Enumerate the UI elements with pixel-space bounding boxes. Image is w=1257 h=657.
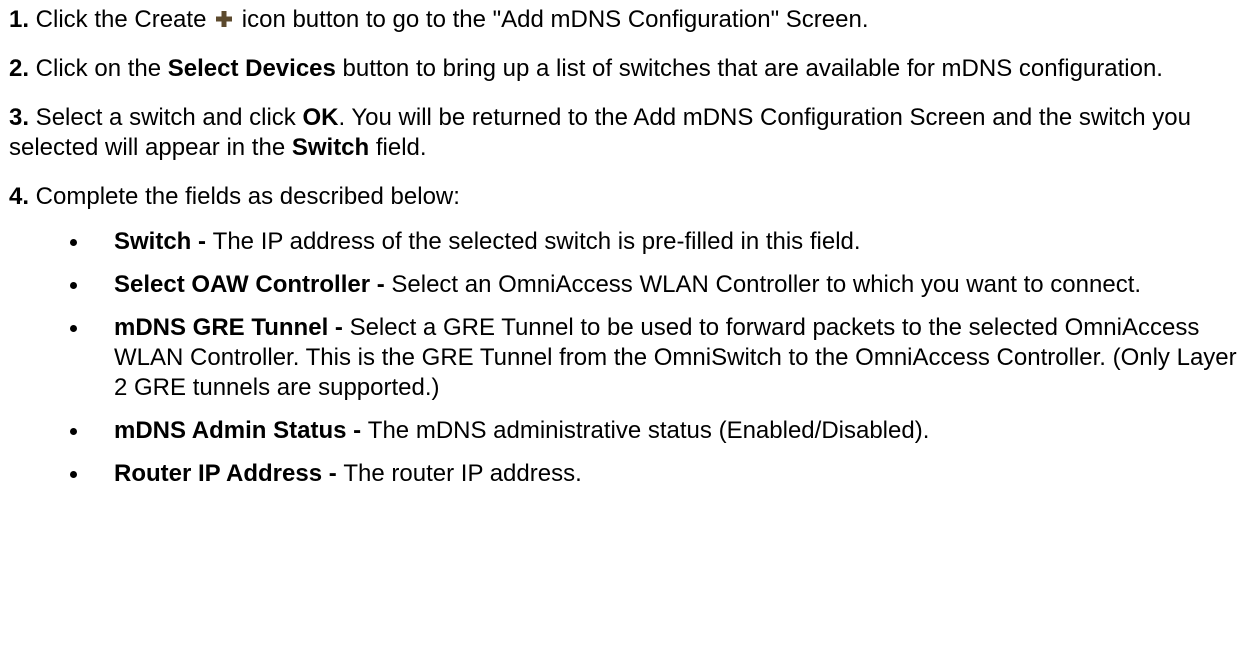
step-text: Click on the	[29, 55, 168, 82]
field-description: The IP address of the selected switch is…	[212, 228, 861, 255]
step-3: 3. Select a switch and click OK. You wil…	[9, 103, 1239, 163]
document-page: 1. Click the Create icon button to go to…	[0, 0, 1257, 657]
field-term: mDNS GRE Tunnel -	[114, 314, 350, 341]
field-item-select-oaw-controller: Select OAW Controller - Select an OmniAc…	[70, 270, 1239, 300]
step-1: 1. Click the Create icon button to go to…	[9, 0, 1239, 35]
step-number: 4.	[9, 183, 30, 210]
step-text: Select a switch and click	[29, 104, 303, 131]
field-item-mdns-gre-tunnel: mDNS GRE Tunnel - Select a GRE Tunnel to…	[70, 313, 1239, 403]
field-list: Switch - The IP address of the selected …	[9, 227, 1239, 489]
field-item-switch: Switch - The IP address of the selected …	[70, 227, 1239, 257]
bullet-icon	[70, 471, 77, 478]
field-description: The router IP address.	[343, 460, 582, 487]
field-term: Router IP Address -	[114, 460, 344, 487]
step-number: 3.	[9, 104, 30, 131]
step-number: 1.	[9, 6, 30, 33]
plus-icon	[216, 11, 233, 27]
step-text: button to bring up a list of switches th…	[335, 55, 1163, 82]
field-item-router-ip-address: Router IP Address - The router IP addres…	[70, 459, 1239, 489]
step-number: 2.	[9, 55, 30, 82]
field-description: The mDNS administrative status (Enabled/…	[367, 417, 930, 444]
step-2: 2. Click on the Select Devices button to…	[9, 54, 1239, 84]
step-text: Click the Create	[29, 6, 214, 33]
bullet-icon	[70, 282, 77, 289]
field-term: mDNS Admin Status -	[114, 417, 368, 444]
bullet-icon	[70, 428, 77, 435]
bullet-icon	[70, 239, 77, 246]
ok-label: OK	[302, 104, 339, 131]
select-devices-label: Select Devices	[167, 55, 336, 82]
step-text: Complete the fields as described below:	[29, 183, 460, 210]
bullet-icon	[70, 325, 77, 332]
field-item-mdns-admin-status: mDNS Admin Status - The mDNS administrat…	[70, 416, 1239, 446]
field-term: Switch -	[114, 228, 213, 255]
step-4: 4. Complete the fields as described belo…	[9, 182, 1239, 212]
field-description: Select an OmniAccess WLAN Controller to …	[391, 271, 1142, 298]
step-text: icon button to go to the "Add mDNS Confi…	[235, 6, 869, 33]
field-term: Select OAW Controller -	[114, 271, 392, 298]
switch-label: Switch	[291, 134, 370, 161]
step-text: field.	[369, 134, 427, 161]
